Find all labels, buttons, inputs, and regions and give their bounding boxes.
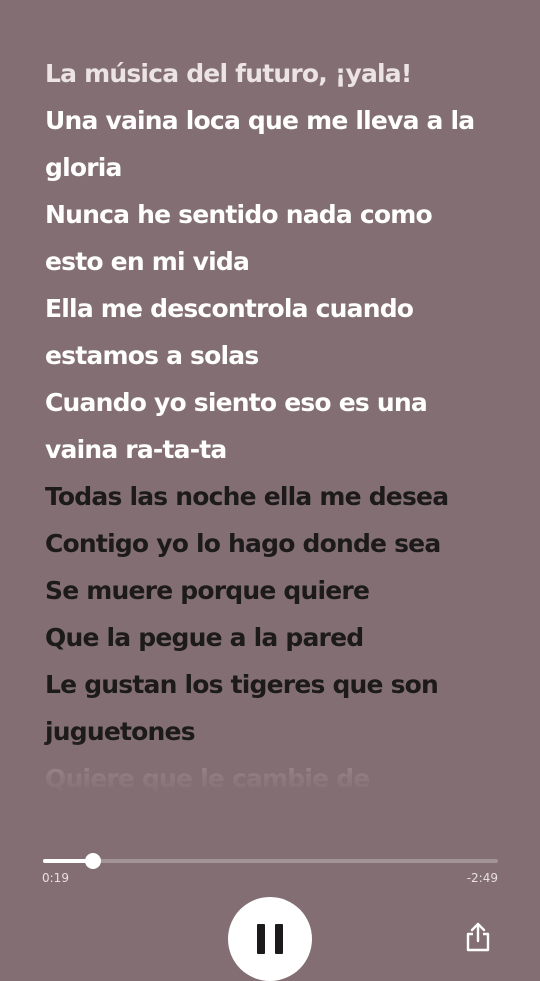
lyric-line[interactable]: Una vaina loca que me lleva a la: [45, 97, 505, 144]
play-pause-button[interactable]: [228, 897, 312, 981]
lyric-line[interactable]: gloria: [45, 144, 505, 191]
lyric-line[interactable]: Todas las noche ella me desea: [45, 473, 505, 520]
elapsed-time: 0:19: [42, 871, 69, 885]
lyric-line[interactable]: estamos a solas: [45, 332, 505, 379]
lyric-line[interactable]: Que la pegue a la pared: [45, 614, 505, 661]
remaining-time: -2:49: [466, 871, 498, 885]
lyric-line[interactable]: esto en mi vida: [45, 238, 505, 285]
lyric-line[interactable]: Se muere porque quiere: [45, 567, 505, 614]
lyric-line[interactable]: Nunca he sentido nada como: [45, 191, 505, 238]
lyric-line[interactable]: Contigo yo lo hago donde sea: [45, 520, 505, 567]
lyric-line[interactable]: La música del futuro, ¡yala!: [45, 50, 505, 97]
progress-thumb[interactable]: [85, 853, 102, 869]
lyric-line[interactable]: Le gustan los tigeres que son: [45, 661, 505, 708]
lyrics-fade-overlay: [0, 740, 540, 820]
lyric-line[interactable]: Ella me descontrola cuando: [45, 285, 505, 332]
share-button[interactable]: [463, 921, 493, 953]
lyric-line[interactable]: vaina ra-ta-ta: [45, 426, 505, 473]
lyric-line[interactable]: Cuando yo siento eso es una: [45, 379, 505, 426]
lyrics-list: La música del futuro, ¡yala! Una vaina lo…: [45, 50, 505, 802]
share-icon: [466, 922, 490, 952]
pause-icon: [257, 924, 283, 954]
playback-progress-bar[interactable]: [43, 853, 498, 869]
